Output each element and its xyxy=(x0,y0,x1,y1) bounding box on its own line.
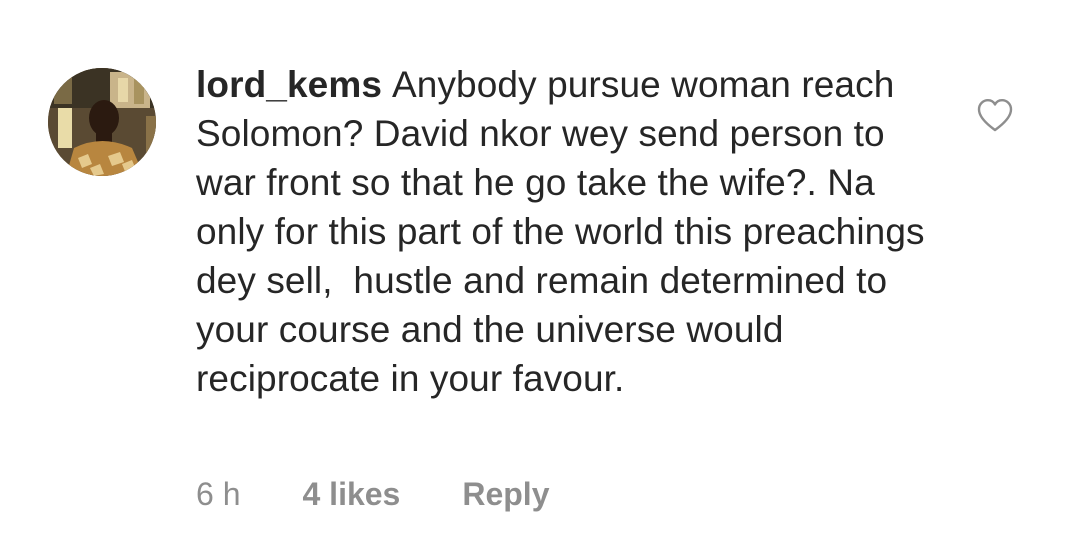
username[interactable]: lord_kems xyxy=(196,64,382,105)
reply-button[interactable]: Reply xyxy=(462,474,549,514)
likes-count[interactable]: 4 likes xyxy=(302,474,400,514)
avatar[interactable] xyxy=(48,68,156,176)
avatar-photo xyxy=(48,68,156,176)
comment-text: Anybody pursue woman reach Solomon? Davi… xyxy=(196,64,936,399)
comment-body: lord_kems Anybody pursue woman reach Solo… xyxy=(196,60,936,403)
comment-meta: 6 h 4 likes Reply xyxy=(196,474,549,514)
comment: lord_kems Anybody pursue woman reach Solo… xyxy=(0,0,1080,545)
heart-outline-icon[interactable] xyxy=(976,97,1014,133)
timestamp: 6 h xyxy=(196,476,241,512)
